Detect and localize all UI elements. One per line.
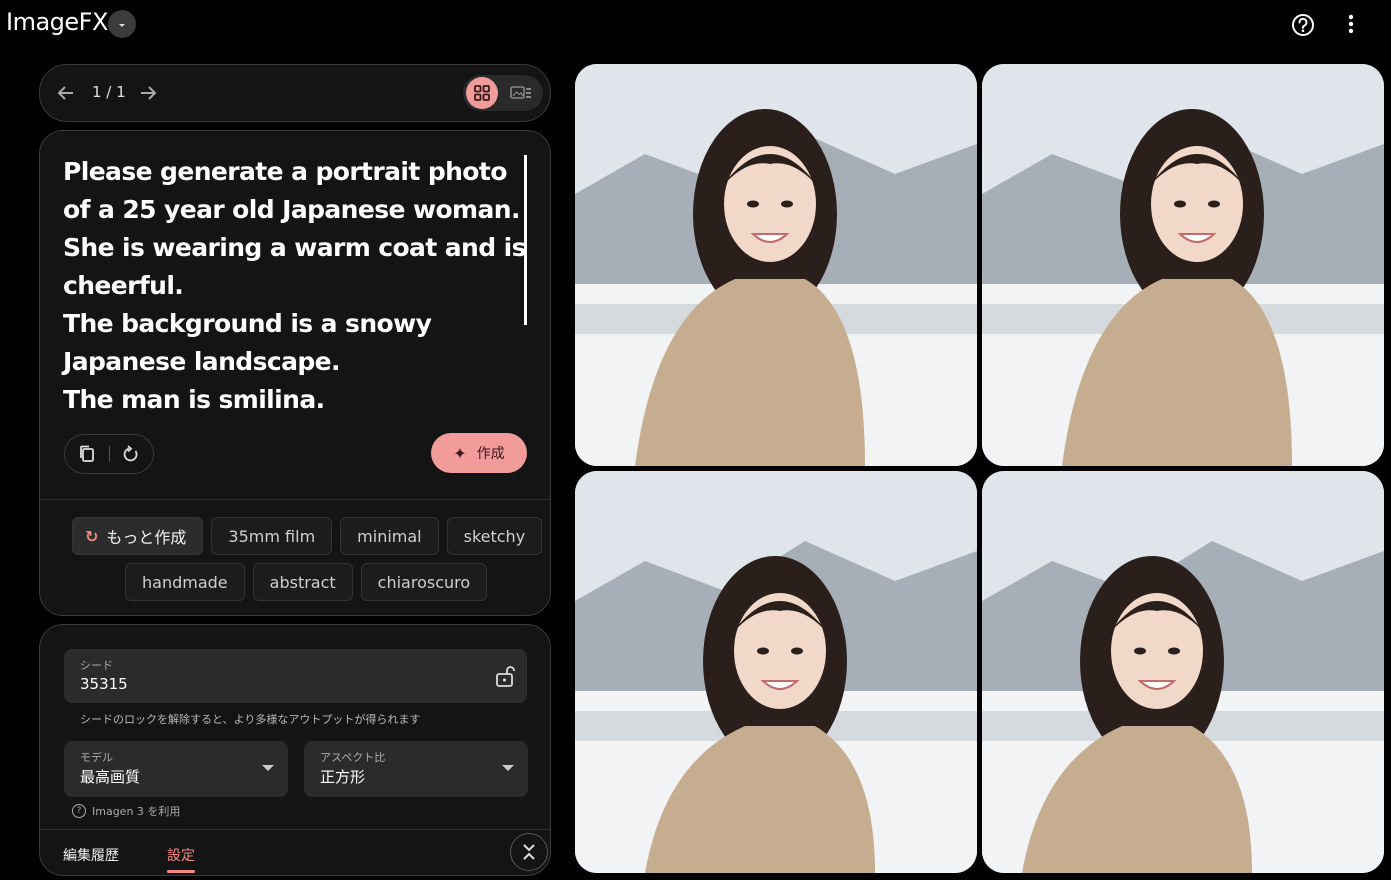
create-button-label: 作成: [476, 446, 505, 462]
seed-lock-button[interactable]: [494, 664, 516, 688]
portrait-photo: [982, 64, 1384, 466]
next-page-button[interactable]: [136, 81, 160, 105]
help-icon[interactable]: ?: [72, 804, 86, 818]
unlock-icon: [496, 666, 515, 687]
tab-edit-history[interactable]: 編集履歴: [63, 845, 119, 865]
more-options-button[interactable]: [1340, 12, 1362, 38]
portrait-photo: [575, 64, 977, 466]
collapse-button[interactable]: [510, 833, 548, 871]
single-view-icon: [510, 86, 531, 99]
sparkle-icon: ✦: [453, 443, 467, 463]
aspect-label: アスペクト比: [320, 751, 386, 764]
page-count: 1 / 1: [92, 83, 126, 101]
arrow-right-icon: [141, 86, 157, 100]
help-icon: [1292, 14, 1314, 36]
refresh-icon: ↻: [85, 526, 99, 546]
model-select[interactable]: モデル 最高画質: [64, 741, 288, 797]
copy-icon: [80, 445, 94, 462]
app-menu-dropdown[interactable]: [108, 10, 136, 38]
grid-view-button[interactable]: [466, 77, 498, 109]
generated-image[interactable]: [982, 471, 1384, 873]
create-button[interactable]: ✦ 作成: [431, 433, 527, 473]
view-mode-toggle: [463, 75, 543, 111]
model-value: 最高画質: [80, 768, 141, 786]
aspect-value: 正方形: [320, 768, 366, 786]
model-label: モデル: [80, 751, 113, 764]
style-chips-row: ↻ もっと作成 35mm film minimal sketchy: [72, 517, 543, 555]
generated-image[interactable]: [575, 471, 977, 873]
tab-settings[interactable]: 設定: [167, 845, 195, 865]
dropdown-arrow-icon: [262, 765, 274, 771]
portrait-photo: [982, 471, 1384, 873]
style-chip[interactable]: minimal: [340, 517, 439, 555]
prev-page-button[interactable]: [54, 81, 78, 105]
divider: [109, 446, 110, 462]
generated-image[interactable]: [575, 64, 977, 466]
result-pager: 1 / 1: [39, 64, 551, 122]
prompt-scrollbar[interactable]: [524, 155, 527, 325]
settings-panel: シード 35315 シードのロックを解除すると、より多様なアウトプットが得られま…: [39, 624, 551, 876]
style-chip[interactable]: 35mm film: [211, 517, 333, 555]
style-chip[interactable]: abstract: [252, 563, 353, 601]
app-title: ImageFX: [6, 8, 108, 36]
divider: [40, 499, 550, 500]
style-chip[interactable]: handmade: [125, 563, 245, 601]
prompt-panel: Please generate a portrait photo of a 25…: [39, 130, 551, 616]
style-chip[interactable]: sketchy: [446, 517, 543, 555]
more-create-chip[interactable]: ↻ もっと作成: [72, 517, 204, 555]
dropdown-arrow-icon: [502, 765, 514, 771]
active-tab-indicator: [167, 870, 195, 873]
seed-field[interactable]: シード 35315: [64, 649, 527, 703]
arrow-left-icon: [57, 86, 73, 100]
reset-button[interactable]: [121, 444, 141, 464]
style-chips-row: handmade abstract chiaroscuro: [125, 563, 488, 601]
generated-image[interactable]: [982, 64, 1384, 466]
more-vert-icon: [1348, 14, 1354, 34]
imagen-note: Imagen 3 を利用: [92, 805, 181, 818]
seed-value[interactable]: 35315: [80, 675, 128, 693]
more-create-label: もっと作成: [106, 528, 187, 547]
divider: [40, 829, 550, 830]
seed-label: シード: [80, 659, 113, 672]
model-info: ? Imagen 3 を利用: [72, 803, 180, 819]
reset-icon: [123, 445, 138, 462]
seed-hint: シードのロックを解除すると、より多様なアウトプットが得られます: [80, 713, 421, 726]
aspect-ratio-select[interactable]: アスペクト比 正方形: [304, 741, 528, 797]
style-chip[interactable]: chiaroscuro: [360, 563, 488, 601]
help-button[interactable]: [1290, 12, 1316, 38]
single-view-button[interactable]: [507, 79, 535, 107]
prompt-input[interactable]: Please generate a portrait photo of a 25…: [63, 153, 528, 419]
chevron-down-icon: [117, 15, 127, 34]
collapse-icon: [523, 844, 535, 860]
grid-view-icon: [474, 85, 490, 101]
copy-button[interactable]: [77, 444, 97, 464]
portrait-photo: [575, 471, 977, 873]
prompt-actions: [64, 434, 154, 474]
